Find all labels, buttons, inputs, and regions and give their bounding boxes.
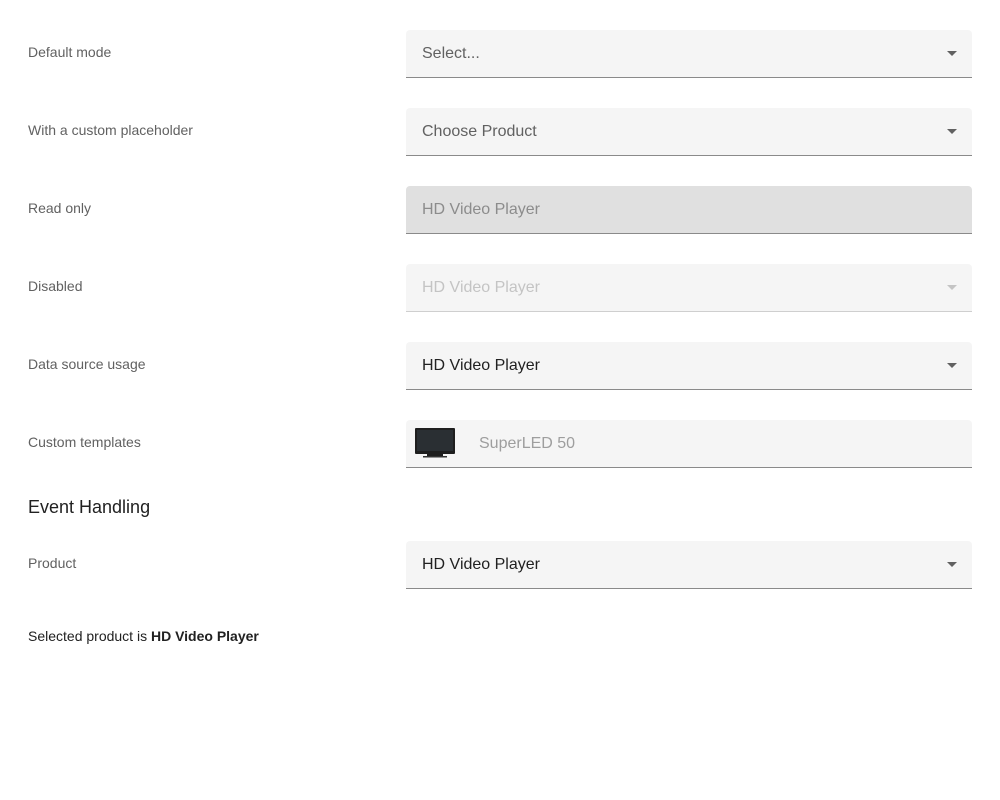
read-only-select: HD Video Player xyxy=(406,186,972,234)
data-source-select[interactable]: HD Video Player xyxy=(406,342,972,390)
caret-down-icon xyxy=(947,129,957,134)
row-label: Custom templates xyxy=(28,434,141,450)
select-value: SuperLED 50 xyxy=(479,435,576,452)
custom-placeholder-select[interactable]: Choose Product xyxy=(406,108,972,156)
row-data-source: Data source usage HD Video Player xyxy=(0,342,1000,390)
caret-down-icon xyxy=(947,285,957,290)
selected-product-value: HD Video Player xyxy=(150,628,259,644)
disabled-select: HD Video Player xyxy=(406,264,972,312)
select-placeholder: Choose Product xyxy=(422,123,537,140)
section-title: Event Handling xyxy=(28,497,151,517)
row-label: Data source usage xyxy=(28,356,146,372)
select-value: HD Video Player xyxy=(422,279,540,296)
default-mode-select[interactable]: Select... xyxy=(406,30,972,78)
select-value: HD Video Player xyxy=(422,201,540,218)
caret-down-icon xyxy=(947,51,957,56)
row-read-only: Read only HD Video Player xyxy=(0,186,1000,234)
select-value: HD Video Player xyxy=(422,556,540,573)
product-select[interactable]: HD Video Player xyxy=(406,541,972,589)
select-value: HD Video Player xyxy=(422,357,540,374)
row-label: Read only xyxy=(28,200,92,216)
tv-icon xyxy=(415,428,455,458)
page: Default mode Select... With a custom pla… xyxy=(0,0,1000,800)
row-disabled: Disabled HD Video Player xyxy=(0,264,1000,312)
select-placeholder: Select... xyxy=(422,45,480,62)
row-label: Product xyxy=(28,555,77,571)
selected-prefix: Selected product is xyxy=(28,628,148,644)
row-product: Product HD Video Player xyxy=(0,541,1000,589)
selected-product-text: Selected product is HD Video Player xyxy=(28,628,259,644)
row-label: Default mode xyxy=(28,44,112,60)
row-label: With a custom placeholder xyxy=(28,122,193,138)
row-default-mode: Default mode Select... xyxy=(0,30,1000,78)
caret-down-icon xyxy=(947,363,957,368)
row-custom-templates: Custom templates SuperLED 50 xyxy=(0,420,1000,468)
custom-template-select[interactable]: SuperLED 50 xyxy=(406,420,972,468)
caret-down-icon xyxy=(947,562,957,567)
row-custom-placeholder: With a custom placeholder Choose Product xyxy=(0,108,1000,156)
row-label: Disabled xyxy=(28,278,83,294)
